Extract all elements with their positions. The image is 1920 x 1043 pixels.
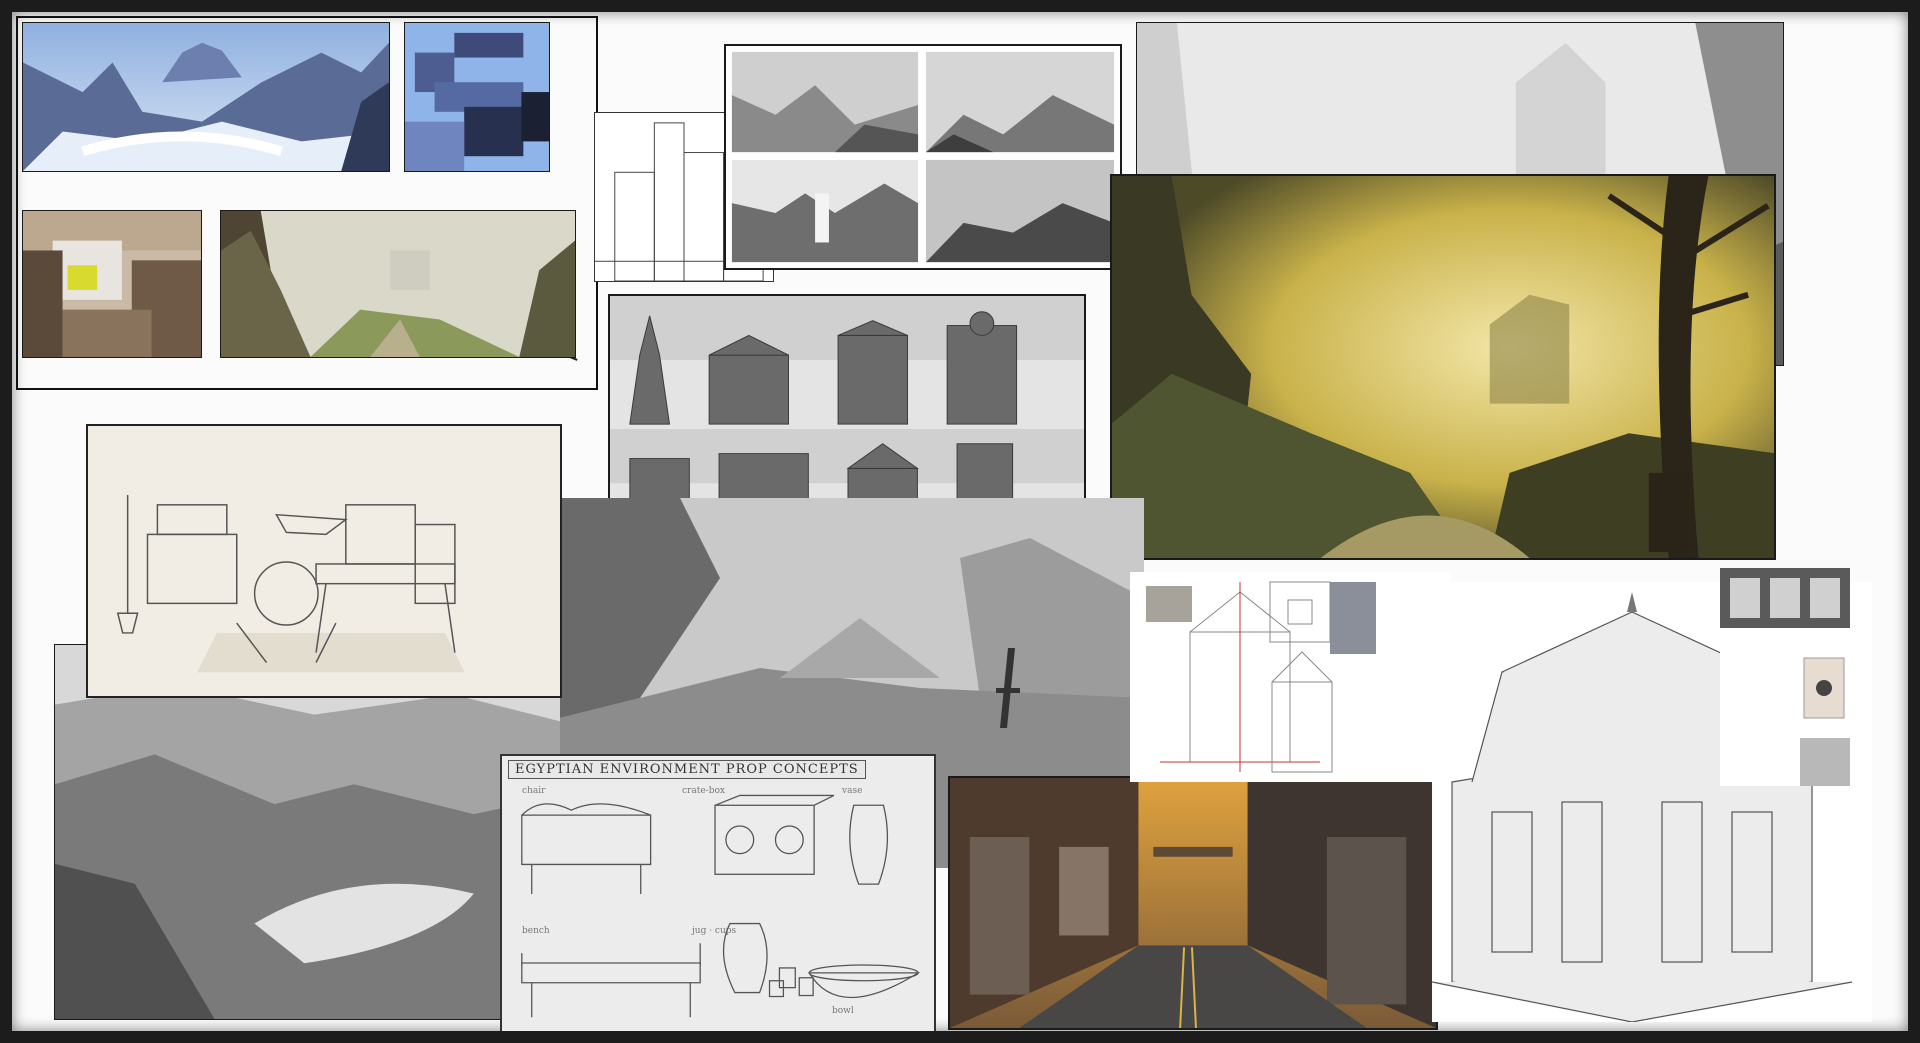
workshop-prop-sketch-icon [88, 426, 560, 696]
city-street-panel[interactable] [948, 776, 1438, 1030]
thumbnail-sketches-icon [726, 46, 1120, 268]
ornament-textures-icon [1720, 568, 1850, 786]
yellow-forest-panel[interactable] [1110, 174, 1776, 560]
church-blueprint-icon [1130, 572, 1450, 782]
egyptian-props-panel[interactable]: EGYPTIAN ENVIRONMENT PROP CONCEPTS chair… [500, 754, 936, 1031]
concept-group-frame [16, 16, 598, 390]
forest-ruins-painting-icon [1112, 176, 1774, 558]
church-blueprint-panel[interactable] [1130, 572, 1450, 782]
egyptian-prop-sketches-icon [521, 794, 921, 1018]
blacksmith-props-panel[interactable] [86, 424, 562, 698]
moodboard-canvas: EGYPTIAN ENVIRONMENT PROP CONCEPTS chair… [12, 12, 1908, 1031]
texture-samples-panel[interactable] [1720, 568, 1850, 786]
city-street-render-icon [950, 778, 1436, 1028]
grey-thumbnails-panel[interactable] [724, 44, 1122, 270]
